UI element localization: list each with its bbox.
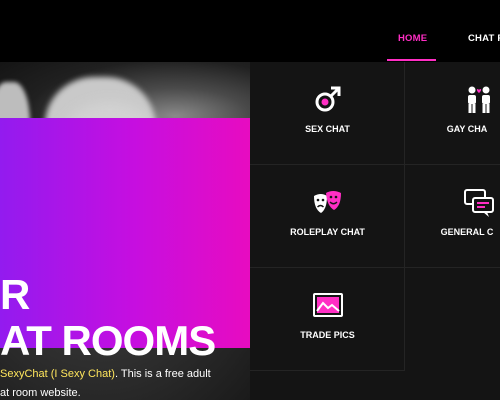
theater-masks-icon	[314, 191, 341, 213]
hero-description-line-2: at room website.	[0, 387, 81, 399]
top-navigation-bar: HOME CHAT R	[0, 0, 500, 62]
room-label: GAY CHA	[446, 124, 488, 134]
room-card-general-chat[interactable]: GENERAL C	[405, 165, 500, 268]
hero-promo-panel	[0, 118, 252, 348]
hero-description-text: . This is a free adult	[114, 368, 211, 380]
hero-description-line-1: SexyChat (I Sexy Chat). This is a free a…	[0, 368, 211, 380]
room-card-sex-chat[interactable]: SEX CHAT	[250, 62, 405, 165]
room-label: SEX CHAT	[305, 124, 350, 134]
picture-icon	[313, 293, 343, 317]
room-label: ROLEPLAY CHAT	[290, 227, 365, 237]
room-card-gay-chat[interactable]: GAY CHA	[405, 62, 500, 165]
nav-home-link[interactable]: HOME	[398, 33, 427, 44]
nav-active-indicator	[387, 59, 436, 61]
nav-chat-rooms-link[interactable]: CHAT R	[468, 33, 500, 44]
hero-title-line-1: R	[0, 271, 30, 318]
chat-bubbles-icon	[464, 189, 494, 217]
couple-icon	[468, 86, 490, 113]
gender-icon	[315, 86, 341, 112]
room-card-trade-pics[interactable]: TRADE PICS	[250, 268, 405, 371]
room-label: GENERAL C	[440, 227, 494, 237]
site-name-highlight: SexyChat (I Sexy Chat)	[0, 368, 115, 380]
room-card-roleplay-chat[interactable]: ROLEPLAY CHAT	[250, 165, 405, 268]
chat-rooms-grid: SEX CHAT GAY CHA ROLEPLAY CHAT GENERAL C…	[250, 62, 500, 400]
room-label: TRADE PICS	[300, 330, 355, 340]
hero-title-line-2: AT ROOMS	[0, 317, 216, 364]
